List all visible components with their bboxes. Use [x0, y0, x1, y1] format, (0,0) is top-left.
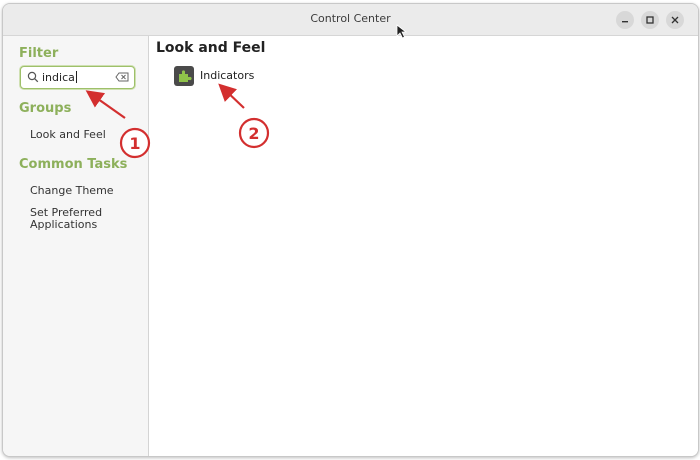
maximize-icon: [646, 16, 654, 24]
puzzle-piece-icon: [174, 66, 194, 86]
maximize-button[interactable]: [641, 11, 659, 29]
sidebar-item-change-theme[interactable]: Change Theme: [30, 185, 114, 197]
filter-heading: Filter: [19, 46, 59, 61]
mouse-pointer-icon: [396, 24, 408, 39]
common-tasks-heading: Common Tasks: [19, 157, 128, 172]
search-icon: [27, 71, 39, 83]
minimize-button[interactable]: [616, 11, 634, 29]
close-button[interactable]: [666, 11, 684, 29]
sidebar: Filter indica Groups Look and Feel Commo…: [3, 36, 149, 456]
control-center-window: Control Center Filter indica Groups Look…: [2, 3, 699, 457]
title-bar[interactable]: Control Center: [3, 4, 698, 36]
close-icon: [671, 16, 679, 24]
search-input[interactable]: indica: [42, 71, 77, 84]
item-label: Indicators: [200, 69, 255, 82]
sidebar-item-look-and-feel[interactable]: Look and Feel: [30, 129, 106, 141]
groups-heading: Groups: [19, 101, 72, 116]
section-title: Look and Feel: [156, 40, 266, 56]
sidebar-item-set-preferred-applications[interactable]: Set Preferred Applications: [30, 207, 120, 231]
text-caret: [75, 71, 77, 83]
clear-search-icon[interactable]: [115, 72, 129, 82]
search-field[interactable]: indica: [20, 66, 135, 89]
main-panel: Look and Feel Indicators: [149, 36, 698, 456]
minimize-icon: [622, 21, 628, 23]
window-title: Control Center: [310, 12, 391, 25]
